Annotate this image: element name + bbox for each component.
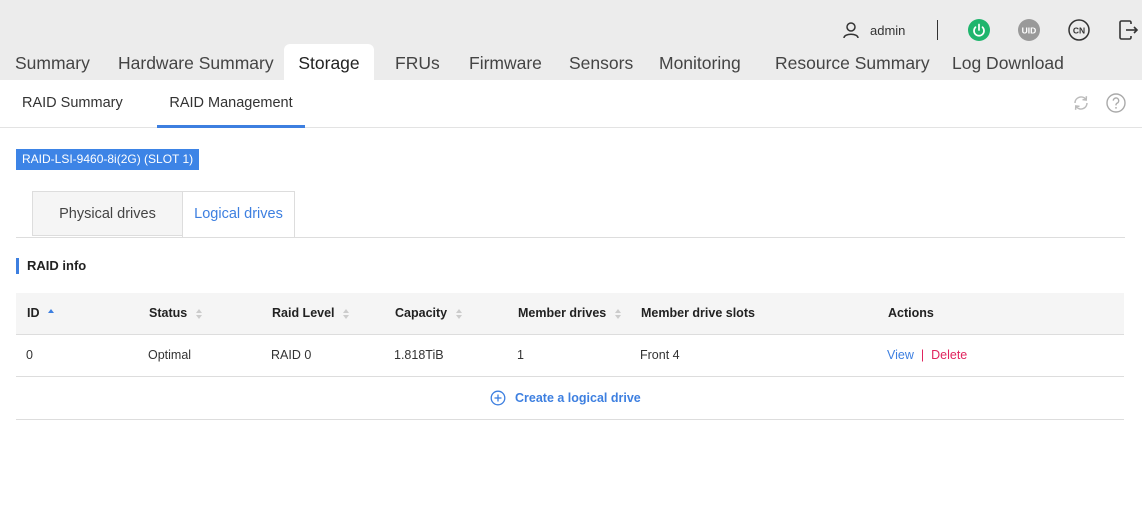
tab-firmware[interactable]: Firmware [469,44,542,80]
tab-frus[interactable]: FRUs [395,44,440,80]
logout-icon[interactable] [1117,19,1139,41]
uid-label: UID [1022,26,1037,36]
create-row: Create a logical drive [16,377,1124,420]
tab-sensors[interactable]: Sensors [569,44,633,80]
sort-icon[interactable] [343,308,350,319]
top-bar: admin UID CN Summary Hardware Summary St… [0,0,1142,80]
cell-status: Optimal [148,348,192,362]
subtab-raid-summary[interactable]: RAID Summary [22,80,123,127]
user-icon [843,22,859,39]
language-label: CN [1073,26,1085,36]
subtab-raid-management[interactable]: RAID Management [157,80,305,128]
cell-id: 0 [26,348,33,362]
uid-icon[interactable]: UID [1018,19,1040,41]
sort-icon[interactable] [195,308,203,319]
help-icon[interactable] [1106,93,1126,113]
refresh-icon[interactable] [1071,93,1091,113]
drive-tabs: Physical drives Logical drives [16,191,1125,238]
table-header: ID Status Raid Level Capacity Member dri… [16,293,1124,335]
tab-physical-drives[interactable]: Physical drives [32,191,182,236]
sort-icon[interactable] [455,308,463,319]
username: admin [870,22,906,38]
language-icon[interactable]: CN [1068,19,1090,41]
sort-icon[interactable] [614,308,622,319]
action-separator: | [920,348,925,362]
section-title: RAID info [16,258,86,274]
cell-member-drives: 1 [517,348,524,362]
controller-badge[interactable]: RAID-LSI-9460-8i(2G) (SLOT 1) [16,149,200,170]
cell-actions: View | Delete [887,335,967,376]
column-actions: Actions [888,306,934,320]
column-raid-level[interactable]: Raid Level [272,293,350,334]
tab-summary[interactable]: Summary [15,44,90,80]
tab-resource-summary[interactable]: Resource Summary [775,44,930,80]
sort-asc-icon[interactable] [47,308,55,319]
logical-drives-table: ID Status Raid Level Capacity Member dri… [16,293,1124,420]
create-logical-drive-button[interactable]: Create a logical drive [490,377,641,419]
view-link[interactable]: View [887,348,914,362]
cell-raid-level: RAID 0 [271,348,312,362]
column-status[interactable]: Status [149,293,203,334]
delete-link[interactable]: Delete [931,348,967,362]
main-nav: Summary Hardware Summary Storage FRUs Fi… [0,44,1142,80]
tab-logical-drives[interactable]: Logical drives [182,191,295,237]
cell-capacity: 1.818TiB [394,348,444,362]
tab-storage[interactable]: Storage [284,44,374,80]
add-circle-icon [490,390,506,406]
sub-nav: RAID Summary RAID Management [0,80,1142,128]
tab-monitoring[interactable]: Monitoring [659,44,741,80]
column-id[interactable]: ID [27,293,55,334]
column-member-drives[interactable]: Member drives [518,293,622,334]
cell-member-drive-slots: Front 4 [640,348,680,362]
power-icon[interactable] [968,19,990,41]
column-capacity[interactable]: Capacity [395,293,463,334]
user-menu[interactable]: admin [842,19,905,41]
column-member-drive-slots: Member drive slots [641,306,755,320]
table-row: 0 Optimal RAID 0 1.818TiB 1 Front 4 View… [16,335,1124,377]
create-logical-drive-label: Create a logical drive [515,391,641,405]
tab-hardware-summary[interactable]: Hardware Summary [118,44,274,80]
header-divider [937,20,938,40]
tab-log-download[interactable]: Log Download [952,44,1064,80]
content-panel: RAID Summary RAID Management RAID-LSI-94… [0,80,1142,521]
